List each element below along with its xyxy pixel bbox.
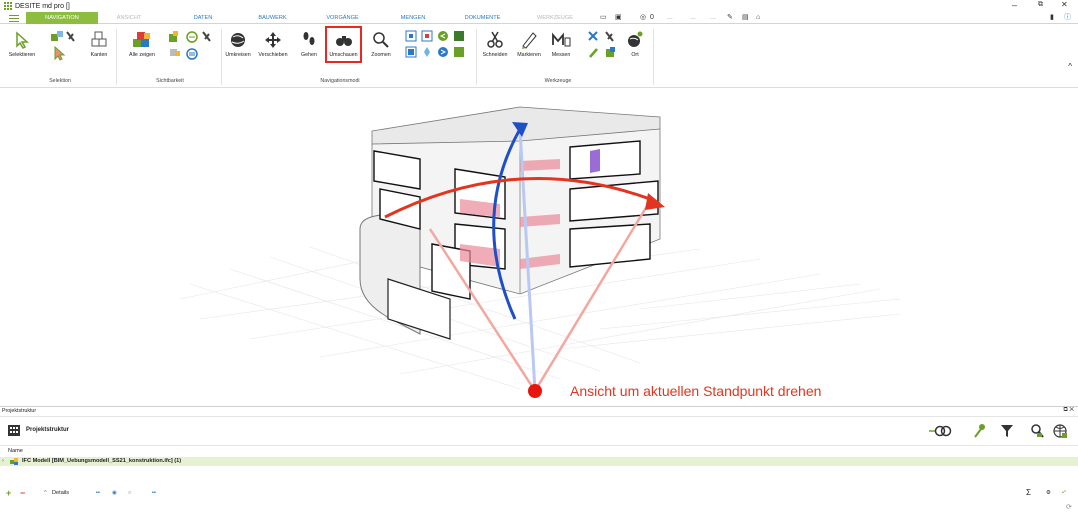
tab-daten[interactable]: DATEN <box>183 12 223 24</box>
pin-icon[interactable] <box>972 423 986 439</box>
details-button[interactable]: Details <box>52 486 69 500</box>
panel-bottom-toolbar: + − ^ Details ▪▪ ◉ ≡ ▪▪ Σ ⚙ •° <box>0 486 1078 500</box>
ribbon-separator <box>653 29 654 85</box>
close-button[interactable]: ✕ <box>1061 0 1068 9</box>
ribbon-tab-bar: NAVIGATION ANSICHT DATEN BAUWERK VORGÄNG… <box>0 12 1078 24</box>
refresh-icon[interactable]: ⟳ <box>1066 503 1072 511</box>
group-label-navigationsmodi: Navigationsmodi <box>320 78 360 84</box>
tab-navigation[interactable]: NAVIGATION <box>26 12 98 24</box>
sum-button[interactable]: Σ <box>1026 486 1031 500</box>
settings-icon[interactable]: ⚙ <box>1046 486 1051 500</box>
tab-vorgaenge[interactable]: VORGÄNGE <box>320 12 365 24</box>
magnifier-icon <box>373 32 389 48</box>
scissors-icon <box>487 31 503 48</box>
chevron-up-icon[interactable]: ^ <box>44 486 47 500</box>
ort-button[interactable]: Ort <box>622 30 648 58</box>
ribbon-collapse-button[interactable]: ^ <box>1068 62 1072 71</box>
measure-icon <box>552 32 571 47</box>
status-icon: •° <box>1062 490 1067 496</box>
ribbon: Selektieren Kanten Selektion Alle zeigen… <box>0 25 1078 88</box>
markieren-button[interactable]: Markieren <box>512 30 546 58</box>
selection-tools[interactable] <box>47 29 77 63</box>
tab-dokumente[interactable]: DOKUMENTE <box>455 12 510 24</box>
title-bar: DESITE md pro [] – ⧉ ✕ <box>0 0 1078 12</box>
gehen-button[interactable]: Gehen <box>296 30 322 58</box>
visibility-tools-icon <box>169 31 211 60</box>
quick-slot-3[interactable]: ... <box>710 12 716 24</box>
menu-icon[interactable] <box>4 13 24 23</box>
zoom-view-tools[interactable] <box>404 29 478 61</box>
structure-search-icon[interactable]: ◉ <box>112 486 117 500</box>
search-structure-icon[interactable] <box>1030 423 1044 439</box>
group-label-selektion: Selektion <box>49 78 71 84</box>
measure-tools-icon <box>588 31 615 58</box>
add-button[interactable]: + <box>6 486 11 500</box>
app-logo-icon <box>3 2 12 11</box>
export-icon[interactable]: ▪▪ <box>152 486 156 500</box>
pan-arrows-icon <box>265 32 281 48</box>
camera-counter: 0 <box>650 14 654 21</box>
list-icon[interactable]: ≡ <box>128 486 131 500</box>
tree-row[interactable]: › IFC Modell [BIM_Uebungsmodell_SS21_kon… <box>0 457 1078 466</box>
group-label-sichtbarkeit: Sichtbarkeit <box>156 78 184 84</box>
3d-viewport[interactable]: Ansicht um aktuellen Standpunkt drehen <box>0 89 1078 405</box>
link-models-icon[interactable] <box>928 424 952 438</box>
quick-slot-2[interactable]: ... <box>690 12 696 24</box>
measure-tools[interactable] <box>586 29 620 61</box>
footsteps-icon <box>303 32 315 45</box>
tree-view-icon[interactable]: ▪▪ <box>96 486 100 500</box>
building-model-scene[interactable] <box>0 89 1078 405</box>
project-structure-toolbar: Projektstruktur <box>0 416 1078 446</box>
viewport-annotation: Ansicht um aktuellen Standpunkt drehen <box>570 383 822 399</box>
location-globe-icon <box>628 31 643 47</box>
home-icon[interactable]: ⌂ <box>756 12 760 24</box>
window-title: DESITE md pro [] <box>15 2 70 10</box>
tab-mengen[interactable]: MENGEN <box>393 12 433 24</box>
info-icon[interactable]: ⓘ <box>1064 12 1071 24</box>
select-arrow-icon <box>16 31 29 49</box>
orbit-globe-icon <box>231 33 245 47</box>
schneiden-button[interactable]: Schneiden <box>479 30 511 58</box>
alle-zeigen-button[interactable]: Alle zeigen <box>123 30 161 58</box>
zoomen-button[interactable]: Zoomen <box>366 30 396 58</box>
remove-button[interactable]: − <box>20 486 25 500</box>
quick-slot-1[interactable]: ... <box>667 12 673 24</box>
monitor-icon[interactable]: ▣ <box>615 12 622 24</box>
messen-button[interactable]: Messen <box>546 30 576 58</box>
zoom-view-tools-icon <box>405 30 464 58</box>
expand-chevron-icon[interactable]: › <box>2 457 4 466</box>
filter-icon[interactable] <box>1000 423 1014 439</box>
tab-werkzeuge[interactable]: WERKZEUGE <box>530 12 580 24</box>
panel-toggle-icon[interactable]: ▮ <box>1050 12 1054 24</box>
marker-pen-icon <box>522 32 537 49</box>
ifc-model-icon <box>10 458 18 465</box>
maximize-button[interactable]: ⧉ <box>1038 1 1043 9</box>
umschauen-highlight-frame <box>325 26 362 63</box>
brush-icon[interactable]: ✎ <box>727 12 733 24</box>
camera-counter-icon[interactable]: ◎ <box>640 12 646 24</box>
visibility-tools[interactable] <box>165 29 220 63</box>
ribbon-separator <box>476 29 477 85</box>
selektieren-button[interactable]: Selektieren <box>7 30 37 58</box>
column-header-name[interactable]: Name <box>8 448 23 454</box>
report-icon[interactable]: ▤ <box>742 12 749 24</box>
group-label-werkzeuge: Werkzeuge <box>544 78 572 84</box>
panel-header: Projektstruktur <box>0 406 1078 415</box>
tab-ansicht[interactable]: ANSICHT <box>104 12 154 24</box>
panel-title: Projektstruktur <box>26 427 70 433</box>
edges-cubes-icon <box>91 31 107 47</box>
layout-icon[interactable]: ▭ <box>600 12 607 24</box>
building-structure-icon <box>8 425 20 436</box>
globe-grid-icon[interactable] <box>1052 423 1068 439</box>
umkreisen-button[interactable]: Umkreisen <box>222 30 254 58</box>
kanten-button[interactable]: Kanten <box>86 30 112 58</box>
show-all-cubes-icon <box>133 32 150 47</box>
tab-bauwerk[interactable]: BAUWERK <box>250 12 295 24</box>
verschieben-button[interactable]: Verschieben <box>255 30 291 58</box>
ribbon-separator <box>116 29 117 85</box>
selection-tools-icon <box>51 31 75 61</box>
panel-window-controls[interactable]: ⧉ ✕ <box>1063 406 1074 415</box>
minimize-button[interactable]: – <box>1012 0 1017 10</box>
tree-row-label: IFC Modell [BIM_Uebungsmodell_SS21_konst… <box>22 458 182 464</box>
